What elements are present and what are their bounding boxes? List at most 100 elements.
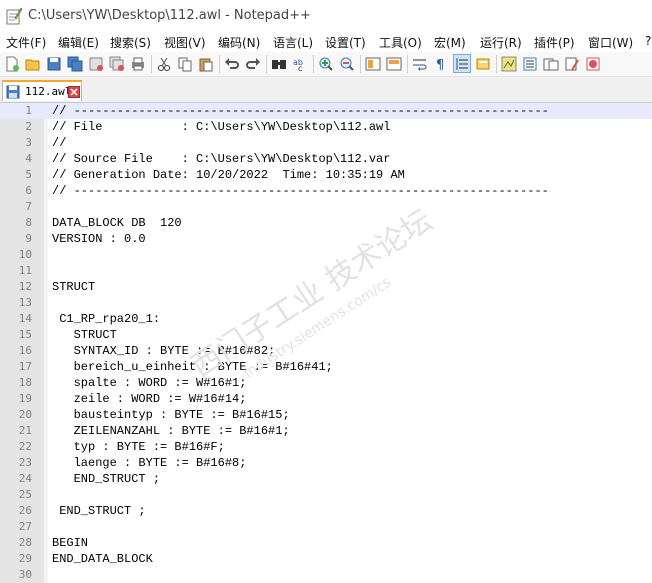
user-lang-icon[interactable] [474, 54, 492, 73]
menu-settings[interactable]: 设置(T) [325, 34, 366, 51]
editor[interactable]: 1 // ------------------------------------… [0, 103, 652, 583]
code-line[interactable]: 1 // ------------------------------------… [0, 103, 652, 119]
code-line[interactable]: 15 STRUCT [0, 327, 652, 343]
code-line[interactable]: 29 END_DATA_BLOCK [0, 551, 652, 567]
code-line[interactable]: 8 DATA_BLOCK DB 120 [0, 215, 652, 231]
menu-file[interactable]: 文件(F) [6, 34, 46, 51]
tab-112-awl[interactable]: 112.awl [2, 80, 82, 101]
replace-icon[interactable]: ab c [291, 54, 309, 73]
code-line[interactable]: 24 END_STRUCT ; [0, 471, 652, 487]
code-line[interactable]: 9 VERSION : 0.0 [0, 231, 652, 247]
code-text[interactable]: BEGIN [52, 535, 88, 551]
zoom-out-icon[interactable] [338, 54, 356, 73]
close-icon[interactable] [87, 54, 105, 73]
menu-language[interactable]: 语言(L) [273, 34, 313, 51]
code-line[interactable]: 23 laenge : BYTE := B#16#8; [0, 455, 652, 471]
code-text[interactable]: // Generation Date: 10/20/2022 Time: 10:… [52, 167, 405, 183]
code-text[interactable]: laenge : BYTE := B#16#8; [52, 455, 247, 471]
menu-macro[interactable]: 宏(M) [434, 34, 466, 51]
monitor-icon[interactable] [563, 54, 581, 73]
code-line[interactable]: 14 C1_RP_rpa20_1: [0, 311, 652, 327]
close-all-icon[interactable] [108, 54, 126, 73]
sync-horizontal-icon[interactable] [385, 54, 403, 73]
copy-icon[interactable] [176, 54, 194, 73]
code-text[interactable]: SYNTAX_ID : BYTE := B#16#82; [52, 343, 276, 359]
find-icon[interactable] [270, 54, 288, 73]
print-icon[interactable] [129, 54, 147, 73]
code-line[interactable]: 16 SYNTAX_ID : BYTE := B#16#82; [0, 343, 652, 359]
indent-guide-icon[interactable] [453, 54, 471, 73]
code-line[interactable]: 2 // File : C:\Users\YW\Desktop\112.awl [0, 119, 652, 135]
code-text[interactable]: END_STRUCT ; [52, 471, 160, 487]
code-text[interactable]: STRUCT [52, 327, 117, 343]
code-line[interactable]: 19 zeile : WORD := W#16#14; [0, 391, 652, 407]
close-tab-icon[interactable] [68, 86, 80, 98]
menu-search[interactable]: 搜索(S) [110, 34, 151, 51]
redo-icon[interactable] [244, 54, 262, 73]
code-line[interactable]: 7 [0, 199, 652, 215]
save-all-icon[interactable] [66, 54, 84, 73]
code-text[interactable]: DATA_BLOCK DB 120 [52, 215, 182, 231]
word-wrap-icon[interactable] [411, 54, 429, 73]
code-line[interactable]: 18 spalte : WORD := W#16#1; [0, 375, 652, 391]
code-line[interactable]: 21 ZEILENANZAHL : BYTE := B#16#1; [0, 423, 652, 439]
code-text[interactable]: // File : C:\Users\YW\Desktop\112.awl [52, 119, 390, 135]
code-text[interactable]: C1_RP_rpa20_1: [52, 311, 160, 327]
code-line[interactable]: 13 [0, 295, 652, 311]
code-text[interactable]: zeile : WORD := W#16#14; [52, 391, 247, 407]
code-line[interactable]: 11 [0, 263, 652, 279]
code-text[interactable]: // -------------------------------------… [52, 183, 549, 199]
menu-encoding[interactable]: 编码(N) [218, 34, 260, 51]
cut-icon[interactable] [155, 54, 173, 73]
doc-map-icon[interactable] [500, 54, 518, 73]
menu-edit[interactable]: 编辑(E) [58, 34, 99, 51]
code-line[interactable]: 22 typ : BYTE := B#16#F; [0, 439, 652, 455]
code-text[interactable]: bereich_u_einheit : BYTE := B#16#41; [52, 359, 333, 375]
code-text[interactable]: END_STRUCT ; [52, 503, 145, 519]
menu-help[interactable]: ? [645, 34, 651, 48]
code-line[interactable]: 20 bausteintyp : BYTE := B#16#15; [0, 407, 652, 423]
code-line[interactable]: 26 END_STRUCT ; [0, 503, 652, 519]
open-file-icon[interactable] [24, 54, 42, 73]
undo-icon[interactable] [223, 54, 241, 73]
code-line[interactable]: 4 // Source File : C:\Users\YW\Desktop\11… [0, 151, 652, 167]
code-line[interactable]: 28 BEGIN [0, 535, 652, 551]
code-line[interactable]: 27 [0, 519, 652, 535]
code-line[interactable]: 12 STRUCT [0, 279, 652, 295]
code-text[interactable]: // Source File : C:\Users\YW\Desktop\112… [52, 151, 390, 167]
code-text[interactable]: END_DATA_BLOCK [52, 551, 153, 567]
code-text[interactable]: STRUCT [52, 279, 95, 295]
code-line[interactable]: 3 // [0, 135, 652, 151]
code-line[interactable]: 6 // ------------------------------------… [0, 183, 652, 199]
code-text[interactable]: // -------------------------------------… [52, 103, 549, 119]
code-line[interactable]: 30 [0, 567, 652, 583]
code-line[interactable]: 5 // Generation Date: 10/20/2022 Time: 10… [0, 167, 652, 183]
paste-icon[interactable] [197, 54, 215, 73]
menu-plugins[interactable]: 插件(P) [534, 34, 575, 51]
line-number: 15 [18, 328, 32, 341]
code-text[interactable]: // [52, 135, 66, 151]
code-line[interactable]: 10 [0, 247, 652, 263]
code-text[interactable]: typ : BYTE := B#16#F; [52, 439, 225, 455]
menu-view[interactable]: 视图(V) [164, 34, 206, 51]
code-text[interactable]: VERSION : 0.0 [52, 231, 146, 247]
code-line[interactable]: 25 [0, 487, 652, 503]
editor-lines[interactable]: 1 // ------------------------------------… [0, 103, 652, 583]
record-macro-icon[interactable] [584, 54, 602, 73]
menu-run[interactable]: 运行(R) [480, 34, 522, 51]
line-number: 11 [18, 264, 32, 277]
show-all-chars-icon[interactable]: ¶ [432, 54, 450, 73]
sync-vertical-icon[interactable] [364, 54, 382, 73]
code-text[interactable]: bausteintyp : BYTE := B#16#15; [52, 407, 290, 423]
save-icon[interactable] [45, 54, 63, 73]
code-text[interactable]: ZEILENANZAHL : BYTE := B#16#1; [52, 423, 290, 439]
function-list-icon[interactable] [521, 54, 539, 73]
code-text[interactable]: spalte : WORD := W#16#1; [52, 375, 247, 391]
zoom-in-icon[interactable] [317, 54, 335, 73]
menu-tools[interactable]: 工具(O) [379, 34, 422, 51]
new-file-icon[interactable] [3, 54, 21, 73]
line-number: 28 [18, 536, 32, 549]
menu-window[interactable]: 窗口(W) [588, 34, 633, 51]
folder-workspace-icon[interactable] [542, 54, 560, 73]
code-line[interactable]: 17 bereich_u_einheit : BYTE := B#16#41; [0, 359, 652, 375]
